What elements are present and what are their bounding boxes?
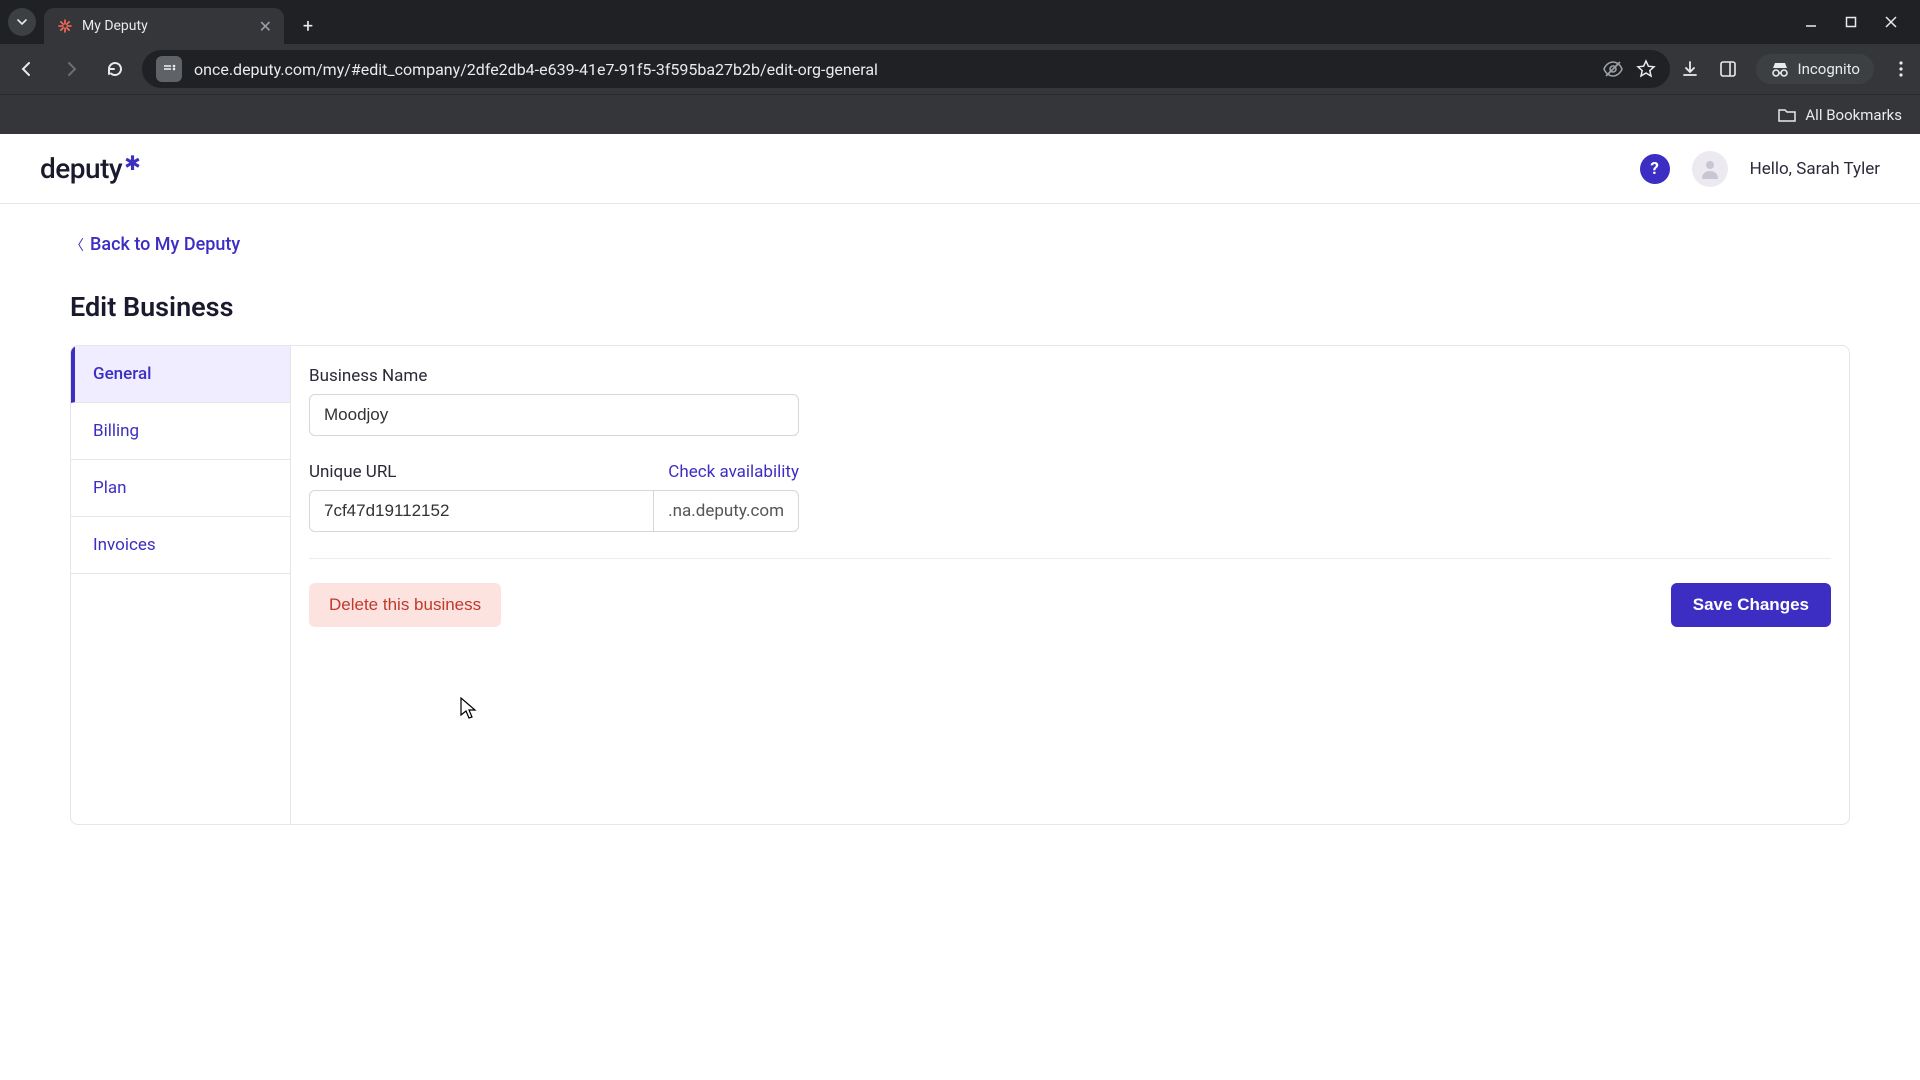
settings-panel: General Billing Plan Invoices Business N…: [70, 345, 1850, 825]
logo-text: deputy: [40, 152, 122, 185]
browser-chrome: My Deputy ✕ +: [0, 0, 1920, 134]
tab-close-icon[interactable]: ✕: [259, 17, 272, 36]
bookmarks-bar: All Bookmarks: [0, 94, 1920, 134]
page-content: 〈 Back to My Deputy Edit Business Genera…: [0, 204, 1920, 855]
help-icon: ?: [1650, 159, 1658, 179]
unique-url-label: Unique URL: [309, 462, 396, 482]
app-header: deputy ✱ ? Hello, Sarah Tyler: [0, 134, 1920, 204]
business-name-input[interactable]: [309, 394, 799, 436]
incognito-label: Incognito: [1798, 60, 1860, 78]
new-tab-button[interactable]: +: [294, 12, 322, 40]
kebab-menu-icon[interactable]: [1892, 60, 1910, 78]
bookmark-star-icon[interactable]: [1636, 59, 1656, 79]
toolbar-right: Incognito: [1680, 54, 1910, 84]
url-suffix: .na.deputy.com: [653, 490, 799, 532]
tab-favicon-icon: [56, 17, 74, 35]
forward-nav-icon[interactable]: [54, 52, 88, 86]
actions-row: Delete this business Save Changes: [309, 583, 1831, 627]
chevron-left-icon: 〈: [70, 235, 84, 255]
help-button[interactable]: ?: [1640, 154, 1670, 184]
tab-title: My Deputy: [82, 18, 251, 34]
browser-tab[interactable]: My Deputy ✕: [44, 8, 284, 44]
tab-bar: My Deputy ✕ +: [0, 0, 1920, 44]
back-link[interactable]: 〈 Back to My Deputy: [70, 234, 240, 255]
tab-invoices[interactable]: Invoices: [71, 517, 290, 574]
address-bar: once.deputy.com/my/#edit_company/2dfe2db…: [0, 44, 1920, 94]
save-changes-button[interactable]: Save Changes: [1671, 583, 1831, 627]
all-bookmarks-link[interactable]: All Bookmarks: [1805, 106, 1902, 124]
business-name-label: Business Name: [309, 366, 1831, 386]
page-title: Edit Business: [70, 291, 1850, 323]
eye-off-icon[interactable]: [1602, 58, 1624, 80]
greeting-text: Hello, Sarah Tyler: [1750, 159, 1880, 179]
incognito-icon: [1770, 61, 1790, 77]
close-window-icon[interactable]: [1884, 15, 1898, 29]
window-controls: [1804, 15, 1912, 29]
delete-business-button[interactable]: Delete this business: [309, 583, 501, 627]
unique-url-input[interactable]: [309, 490, 653, 532]
tab-general[interactable]: General: [71, 346, 290, 403]
user-icon: [1698, 157, 1722, 181]
folder-icon: [1777, 106, 1797, 124]
side-tabs: General Billing Plan Invoices: [71, 346, 291, 824]
header-right: ? Hello, Sarah Tyler: [1640, 151, 1880, 187]
avatar[interactable]: [1692, 151, 1728, 187]
logo[interactable]: deputy ✱: [40, 152, 141, 185]
url-text: once.deputy.com/my/#edit_company/2dfe2db…: [194, 60, 1590, 79]
incognito-badge[interactable]: Incognito: [1756, 54, 1874, 84]
check-availability-link[interactable]: Check availability: [668, 462, 799, 482]
back-nav-icon[interactable]: [10, 52, 44, 86]
site-info-icon[interactable]: [156, 56, 182, 82]
divider: [309, 558, 1831, 559]
back-link-label: Back to My Deputy: [90, 234, 240, 255]
tab-billing[interactable]: Billing: [71, 403, 290, 460]
minimize-icon[interactable]: [1804, 15, 1818, 29]
reload-icon[interactable]: [98, 52, 132, 86]
downloads-icon[interactable]: [1680, 59, 1700, 79]
sidepanel-icon[interactable]: [1718, 59, 1738, 79]
tab-search-button[interactable]: [8, 8, 36, 36]
form-area: Business Name Unique URL Check availabil…: [291, 346, 1849, 824]
url-field[interactable]: once.deputy.com/my/#edit_company/2dfe2db…: [142, 50, 1670, 88]
unique-url-group: .na.deputy.com: [309, 490, 799, 532]
logo-star-icon: ✱: [124, 151, 141, 175]
maximize-icon[interactable]: [1844, 15, 1858, 29]
tab-plan[interactable]: Plan: [71, 460, 290, 517]
